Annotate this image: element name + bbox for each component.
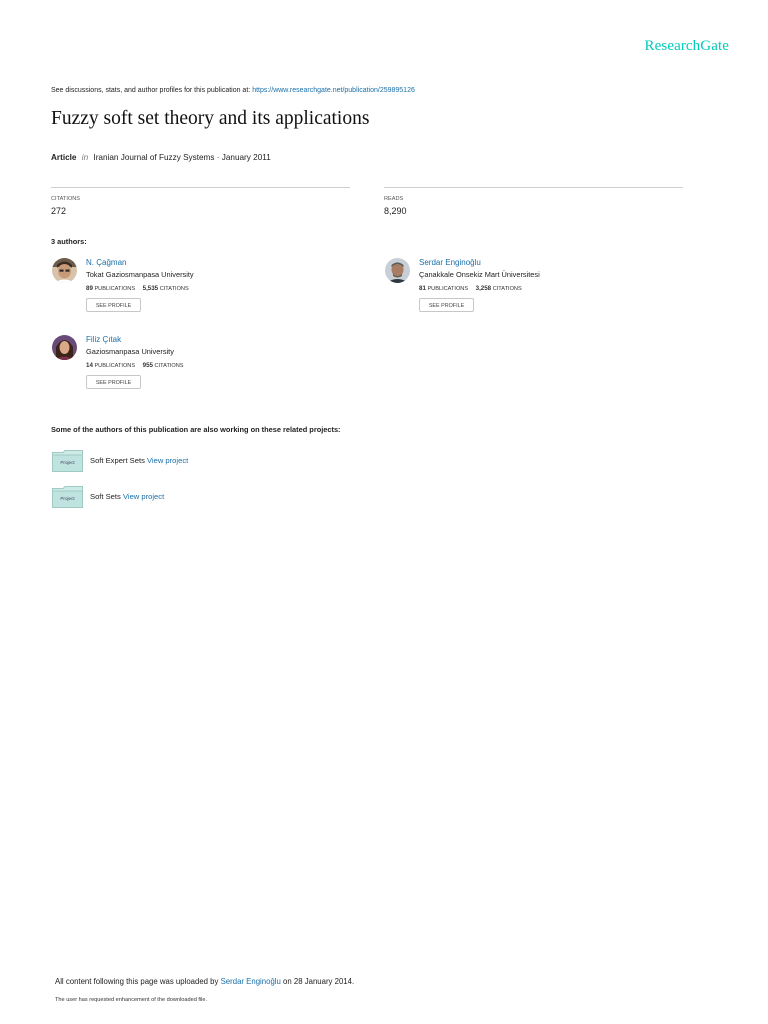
author-publications-count: 89 [86, 285, 93, 292]
in-word: in [81, 153, 89, 162]
author-counts: 81 PUBLICATIONS 3,258 CITATIONS [419, 285, 522, 292]
author-citations-count: 955 [142, 362, 153, 369]
author-institution: Çanakkale Onsekiz Mart Üniversitesi [419, 270, 540, 279]
author-citations-label: CITATIONS [159, 286, 189, 292]
discussions-text: See discussions, stats, and author profi… [51, 87, 251, 94]
author-publications-count: 81 [419, 285, 426, 292]
publication-meta: Article in Iranian Journal of Fuzzy Syst… [51, 153, 271, 162]
project-folder-icon: Project [52, 486, 83, 508]
project-name: Soft Expert Sets [90, 456, 145, 465]
see-profile-button[interactable]: SEE PROFILE [86, 298, 141, 312]
authors-heading: 3 authors: [51, 237, 87, 246]
author-avatar[interactable] [52, 258, 77, 283]
reads-label: READS [384, 196, 404, 202]
discussions-line: See discussions, stats, and author profi… [51, 87, 415, 94]
researchgate-logo[interactable]: ResearchGate [645, 38, 729, 55]
enhancement-note: The user has requested enhancement of th… [55, 997, 208, 1003]
view-project-link[interactable]: View project [147, 456, 188, 465]
upload-prefix: All content following this page was uplo… [55, 977, 219, 986]
publication-venue: Iranian Journal of Fuzzy Systems · Janua… [93, 153, 271, 162]
author-avatar[interactable] [52, 335, 77, 360]
upload-note: All content following this page was uplo… [55, 977, 354, 986]
author-counts: 14 PUBLICATIONS 955 CITATIONS [86, 362, 184, 369]
citations-label: CITATIONS [51, 196, 81, 202]
author-publications-label: PUBLICATIONS [94, 286, 136, 292]
see-profile-button[interactable]: SEE PROFILE [419, 298, 474, 312]
project-icon-label: Project [60, 496, 75, 501]
citations-value: 272 [51, 206, 67, 216]
project-folder-icon: Project [52, 450, 83, 472]
related-projects-heading: Some of the authors of this publication … [51, 425, 341, 434]
author-name-link[interactable]: N. Çağman [86, 258, 126, 267]
author-name-link[interactable]: Filiz Çıtak [86, 335, 121, 344]
view-project-link[interactable]: View project [123, 492, 164, 501]
author-counts: 89 PUBLICATIONS 5,535 CITATIONS [86, 285, 189, 292]
author-citations-count: 5,535 [142, 285, 159, 292]
project-text: Soft Sets View project [90, 492, 164, 501]
author-publications-label: PUBLICATIONS [94, 363, 136, 369]
project-icon-label: Project [60, 460, 75, 465]
citations-stat: CITATIONS 272 [51, 187, 350, 216]
author-citations-count: 3,258 [475, 285, 492, 292]
author-institution: Gaziosmanpasa University [86, 347, 174, 356]
author-citations-label: CITATIONS [154, 363, 184, 369]
publication-type: Article [51, 153, 77, 162]
project-item: Project Soft Expert Sets View project [52, 450, 352, 474]
reads-value: 8,290 [384, 206, 407, 216]
publication-url-link[interactable]: https://www.researchgate.net/publication… [252, 87, 415, 94]
reads-stat: READS 8,290 [384, 187, 683, 216]
author-publications-count: 14 [86, 362, 93, 369]
author-institution: Tokat Gaziosmanpasa University [86, 270, 194, 279]
author-avatar[interactable] [385, 258, 410, 283]
author-name-link[interactable]: Serdar Enginoğlu [419, 258, 481, 267]
publication-title: Fuzzy soft set theory and its applicatio… [51, 108, 370, 129]
author-publications-label: PUBLICATIONS [427, 286, 469, 292]
upload-suffix: on 28 January 2014. [283, 977, 355, 986]
uploader-link[interactable]: Serdar Enginoğlu [221, 977, 281, 986]
see-profile-button[interactable]: SEE PROFILE [86, 375, 141, 389]
project-name: Soft Sets [90, 492, 121, 501]
author-citations-label: CITATIONS [492, 286, 522, 292]
project-text: Soft Expert Sets View project [90, 456, 188, 465]
project-item: Project Soft Sets View project [52, 486, 352, 510]
